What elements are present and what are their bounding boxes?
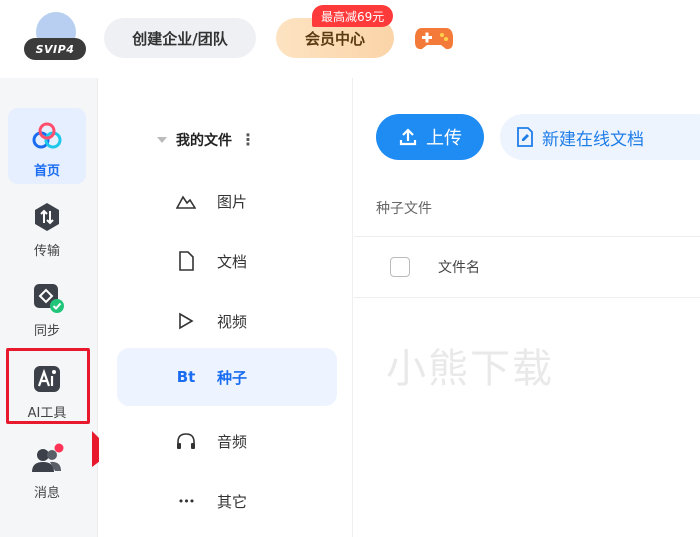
upload-button[interactable]: 上传 (376, 114, 484, 160)
main-content: 上传 新建在线文档 种子文件 文件名 小熊下载 (354, 78, 700, 537)
tree-item-videos[interactable]: 视频 (117, 292, 337, 350)
collapse-caret-icon[interactable] (157, 137, 167, 143)
rail-item-messages[interactable]: 消息 (8, 430, 86, 506)
select-all-checkbox[interactable] (390, 257, 410, 277)
rail-item-label: 传输 (33, 244, 60, 259)
new-doc-label: 新建在线文档 (542, 129, 644, 150)
tree-item-label: 其它 (217, 492, 248, 511)
rail-item-sync[interactable]: 同步 (8, 268, 86, 344)
my-files-label: 我的文件 (176, 133, 232, 149)
document-icon (175, 250, 197, 272)
more-dots-icon: ••• (177, 494, 195, 508)
tree-item-documents[interactable]: 文档 (117, 232, 337, 290)
tree-item-label: 音频 (217, 432, 248, 451)
tree-item-other[interactable]: ••• 其它 (117, 472, 337, 530)
more-vertical-icon[interactable]: ⋮ (240, 132, 256, 148)
headphones-icon (175, 430, 197, 452)
cloud-home-icon (32, 122, 62, 149)
my-files-header[interactable]: 我的文件 ⋮ (157, 130, 256, 150)
file-list-header: 文件名 (354, 236, 700, 298)
tree-item-audio[interactable]: 音频 (117, 412, 337, 470)
tree-item-label: 文档 (217, 252, 248, 271)
tree-item-images[interactable]: 图片 (117, 172, 337, 230)
play-icon (175, 310, 197, 332)
watermark: 小熊下载 (386, 346, 554, 392)
file-tree-panel: 我的文件 ⋮ 图片 文档 视频 Bt 种子 音频 ••• 其它 (99, 78, 353, 537)
tree-item-label: 种子 (217, 368, 248, 387)
create-team-button[interactable]: 创建企业/团队 (104, 18, 256, 58)
top-bar: SVIP4 创建企业/团队 会员中心 最高减69元 (0, 0, 700, 78)
gamepad-icon[interactable] (414, 24, 454, 52)
ai-tool-highlight-box (6, 348, 90, 424)
new-doc-icon (517, 127, 533, 147)
upload-label: 上传 (426, 128, 462, 149)
new-online-doc-button[interactable]: 新建在线文档 (500, 114, 700, 160)
rail-item-home[interactable]: 首页 (8, 108, 86, 184)
message-users-icon (32, 443, 64, 472)
rail-item-transfer[interactable]: 传输 (8, 188, 86, 264)
tree-item-label: 视频 (217, 312, 248, 331)
bt-icon: Bt (176, 368, 196, 386)
svip-logo[interactable]: SVIP4 (24, 12, 86, 62)
rail-item-label: 消息 (33, 486, 60, 501)
breadcrumb: 种子文件 (376, 201, 432, 217)
sync-icon (34, 284, 64, 313)
upload-icon (399, 128, 417, 146)
tree-item-label: 图片 (217, 192, 248, 211)
promo-badge: 最高减69元 (312, 5, 394, 27)
svip-badge: SVIP4 (24, 38, 86, 60)
tree-item-torrents[interactable]: Bt 种子 (117, 348, 337, 406)
column-header-filename[interactable]: 文件名 (438, 257, 480, 277)
transfer-icon (35, 203, 59, 231)
image-mountain-icon (175, 190, 197, 212)
rail-item-label: 首页 (33, 164, 60, 179)
rail-item-label: 同步 (33, 324, 60, 339)
